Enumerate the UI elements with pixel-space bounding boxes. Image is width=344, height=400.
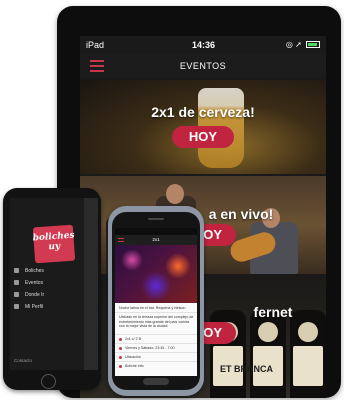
location-link[interactable]: Ubicación [119, 355, 141, 360]
event-hero-image [115, 245, 197, 303]
bottle-image [250, 310, 286, 398]
ipad-status-bar: iPad 14:36 ◎ ➚ [80, 36, 326, 54]
bottle-image [290, 310, 326, 398]
android-status-bar [115, 228, 197, 235]
speaker-grille [148, 218, 164, 220]
ipad-nav-bar: EVENTOS [80, 54, 326, 78]
event-title: 2x1 de cerveza! [151, 104, 255, 120]
menu-item-eventos[interactable]: Eventos [14, 280, 43, 290]
building-icon [14, 268, 19, 274]
menu-item-donde-ir[interactable]: Donde Ir [14, 292, 44, 302]
page-title: 2x1 [152, 237, 160, 242]
event-description-title: Noche latina en el bar. Requena y Nelson… [119, 306, 187, 310]
menu-item-boliches[interactable]: Boliches [14, 268, 44, 278]
home-button[interactable] [41, 374, 56, 389]
page-title: EVENTOS [179, 61, 227, 71]
user-icon [14, 304, 19, 310]
status-time: 14:36 [192, 40, 216, 50]
calendar-icon [14, 280, 19, 286]
android-nav-bar: 2x1 [115, 235, 197, 245]
map-pin-icon [119, 355, 122, 359]
android-home-button[interactable] [143, 378, 169, 385]
info-link[interactable]: Boliche info [119, 364, 144, 369]
iphone-content-peek [84, 198, 98, 370]
info-icon [119, 364, 122, 368]
event-card-beer[interactable]: 2x1 de cerveza! HOY [80, 80, 326, 174]
bottle-label: ET BRANCA [220, 364, 273, 374]
event-description: Ubicado en la terraza superior del compl… [119, 315, 194, 328]
hoy-button[interactable]: HOY [172, 126, 234, 148]
app-logo-text: boliches uy [32, 230, 75, 253]
clock-icon [119, 346, 122, 350]
carrier-label: iPad [86, 40, 105, 50]
event-hours: Viernes y Sábado: 23:45 - 7:00 [119, 346, 174, 351]
battery-icon: ◎ ➚ [286, 40, 320, 49]
android-screen: 2x1 Noche latina en el bar. Requena y Ne… [115, 228, 197, 376]
map-pin-icon [14, 292, 19, 298]
musician-head [166, 184, 184, 204]
contact-link[interactable]: Contacto [14, 358, 32, 363]
menu-item-perfil[interactable]: Mi Perfil [14, 304, 43, 314]
tag-icon [119, 337, 122, 341]
event-promo: 2x1 c/ 2 B [119, 337, 141, 342]
